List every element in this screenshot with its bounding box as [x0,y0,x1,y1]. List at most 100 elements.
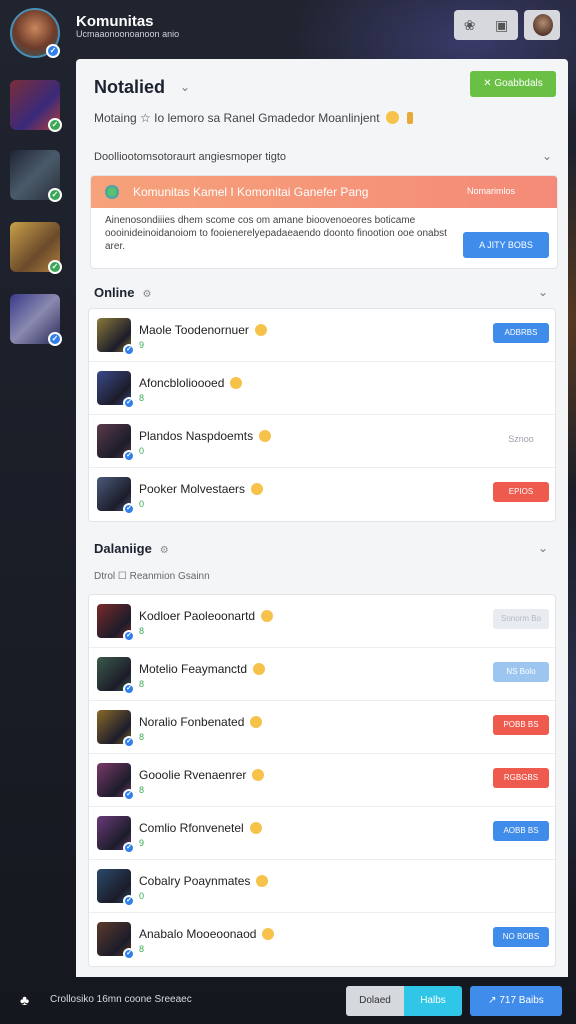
list-item[interactable]: ✓ Noralio Fonbenated 8 POBB BS [89,701,555,754]
dalaniige-section-title: Dalaniige ⚙ [94,541,169,556]
leaf-icon[interactable]: ❀ [464,17,476,34]
smile-emoji-icon [252,769,265,781]
member-status: 8 [139,393,145,403]
member-name-text: Gooolie Rvenaenrer [139,768,247,782]
avatar[interactable]: ✓ [97,710,135,748]
header-actions: ❀ ▣ [454,10,518,40]
user-avatar [533,14,553,36]
row-action-button[interactable]: ADBRBS [493,323,549,343]
settings-icon[interactable]: ⚙ [142,289,151,300]
list-item[interactable]: ✓ Pooker Molvestaers 0 EPIOS [89,468,555,521]
list-item[interactable]: ✓ Anabalo Mooeoonaod 8 NO BOBS [89,913,555,966]
promo-title: Komunitas Kamel I Komonitai Ganefer Pang [133,185,369,199]
segment-b-button[interactable]: Halbs [404,986,462,1016]
rail-server-2[interactable]: ✓ [10,150,62,202]
member-name: Noralio Fonbenated [139,715,263,729]
verified-icon: ✓ [123,895,135,907]
verified-icon: ✓ [123,736,135,748]
window-icon[interactable]: ▣ [495,17,508,34]
page-title: Notalied [94,77,166,97]
member-status: 8 [139,732,145,742]
avatar[interactable]: ✓ [97,604,135,642]
rail-server-4[interactable]: ✓ [10,294,62,346]
dalaniige-label: Dalaniige [94,541,152,556]
row-action-button[interactable]: Sznoo [493,429,549,449]
smile-emoji-icon [230,377,243,389]
avatar[interactable]: ✓ [97,816,135,854]
panel-subline: Motaing ☆ Io lemoro sa Ranel Gmadedor Mo… [94,111,413,125]
avatar[interactable]: ✓ [97,477,135,515]
list-item[interactable]: ✓ Cobalry Poaynmates 0 [89,860,555,913]
member-name-text: Anabalo Mooeoonaod [139,927,257,941]
row-action-button[interactable]: NO BOBS [493,927,549,947]
avatar[interactable]: ✓ [97,763,135,801]
promo-body: Ainenosondiiies dhem scome cos om amane … [105,215,447,252]
list-item[interactable]: ✓ Afoncblolioooed 8 [89,362,555,415]
list-item[interactable]: ✓ Maole Toodenornuer 9 ADBRBS [89,309,555,362]
avatar[interactable]: ✓ [97,869,135,907]
avatar[interactable]: ✓ [97,657,135,695]
verified-icon: ✓ [123,842,135,854]
list-item[interactable]: ✓ Kodloer Paoleoonartd 8 Sonorm Bo [89,595,555,648]
row-action-button[interactable]: AOBB BS [493,821,549,841]
member-name-text: Pooker Molvestaers [139,482,246,496]
chevron-down-icon[interactable]: ⌄ [180,80,190,94]
member-name: Maole Toodenornuer [139,323,267,337]
list-item[interactable]: ✓ Plandos Naspdoemts 0 Sznoo [89,415,555,468]
filter-dropdown[interactable]: Doolliootomsotoraurt angiesmoper tigto [94,151,554,163]
member-name-text: Noralio Fonbenated [139,715,245,729]
smile-emoji-icon [259,430,272,442]
verified-icon: ✓ [123,630,135,642]
subline-text: Motaing ☆ Io lemoro sa Ranel Gmadedor Mo… [94,111,380,125]
rail-server-1[interactable]: ✓ [10,80,62,132]
chevron-down-icon[interactable]: ⌄ [538,541,548,555]
verified-icon: ✓ [123,503,135,515]
online-label: Online [94,285,135,300]
user-avatar-button[interactable] [524,10,560,40]
row-action-button[interactable]: RGBGBS [493,768,549,788]
app-title: Komunitas [76,13,154,30]
member-status: 8 [139,679,145,689]
avatar[interactable]: ✓ [97,318,135,356]
avatar[interactable]: ✓ [97,371,135,409]
row-action-button[interactable]: POBB BS [493,715,549,735]
online-check-icon: ✓ [48,188,62,202]
row-action-button[interactable]: EPIOS [493,482,549,502]
member-status: 9 [139,838,145,848]
row-action-button[interactable]: NS Bolo [493,662,549,682]
list-item[interactable]: ✓ Motelio Feaymanctd 8 NS Bolo [89,648,555,701]
member-name: Comlio Rfonvenetel [139,821,262,835]
smile-emoji-icon [251,483,264,495]
verified-icon: ✓ [123,683,135,695]
settings-icon[interactable]: ⚙ [160,545,169,556]
smile-emoji-icon [249,822,262,834]
verified-icon: ✓ [123,397,135,409]
dalaniige-tabs[interactable]: Dtrol ☐ Reanmion Gsainn [94,571,210,582]
promo-button[interactable]: A JITY BOBS [463,232,549,258]
member-name: Anabalo Mooeoonaod [139,927,275,941]
member-status: 0 [139,446,145,456]
list-item[interactable]: ✓ Comlio Rfonvenetel 9 AOBB BS [89,807,555,860]
verified-icon: ✓ [123,344,135,356]
online-check-icon: ✓ [48,118,62,132]
community-icon[interactable]: ♣ [20,992,36,1008]
member-status: 0 [139,499,145,509]
member-status: 8 [139,785,145,795]
footer-action-button[interactable]: ↗ 717 Baibs [470,986,562,1016]
rail-server-3[interactable]: ✓ [10,222,62,274]
list-item[interactable]: ✓ Gooolie Rvenaenrer 8 RGBGBS [89,754,555,807]
chevron-down-icon[interactable]: ⌄ [538,285,548,299]
smile-emoji-icon [261,610,274,622]
community-avatar[interactable]: ✓ [10,8,60,58]
online-list: ✓ Maole Toodenornuer 9 ADBRBS ✓ Afoncbloliooo… [88,308,556,522]
footer-segment: Dolaed Halbs [346,986,462,1016]
member-name: Afoncblolioooed [139,376,243,390]
row-action-button[interactable]: Sonorm Bo [493,609,549,629]
avatar[interactable]: ✓ [97,922,135,960]
avatar[interactable]: ✓ [97,424,135,462]
chevron-down-icon[interactable]: ⌄ [542,149,552,163]
segment-a-button[interactable]: Dolaed [346,986,404,1016]
add-button[interactable]: ✕ Goabbdals [470,71,556,97]
smile-emoji-icon [250,716,263,728]
member-name-text: Maole Toodenornuer [139,323,249,337]
